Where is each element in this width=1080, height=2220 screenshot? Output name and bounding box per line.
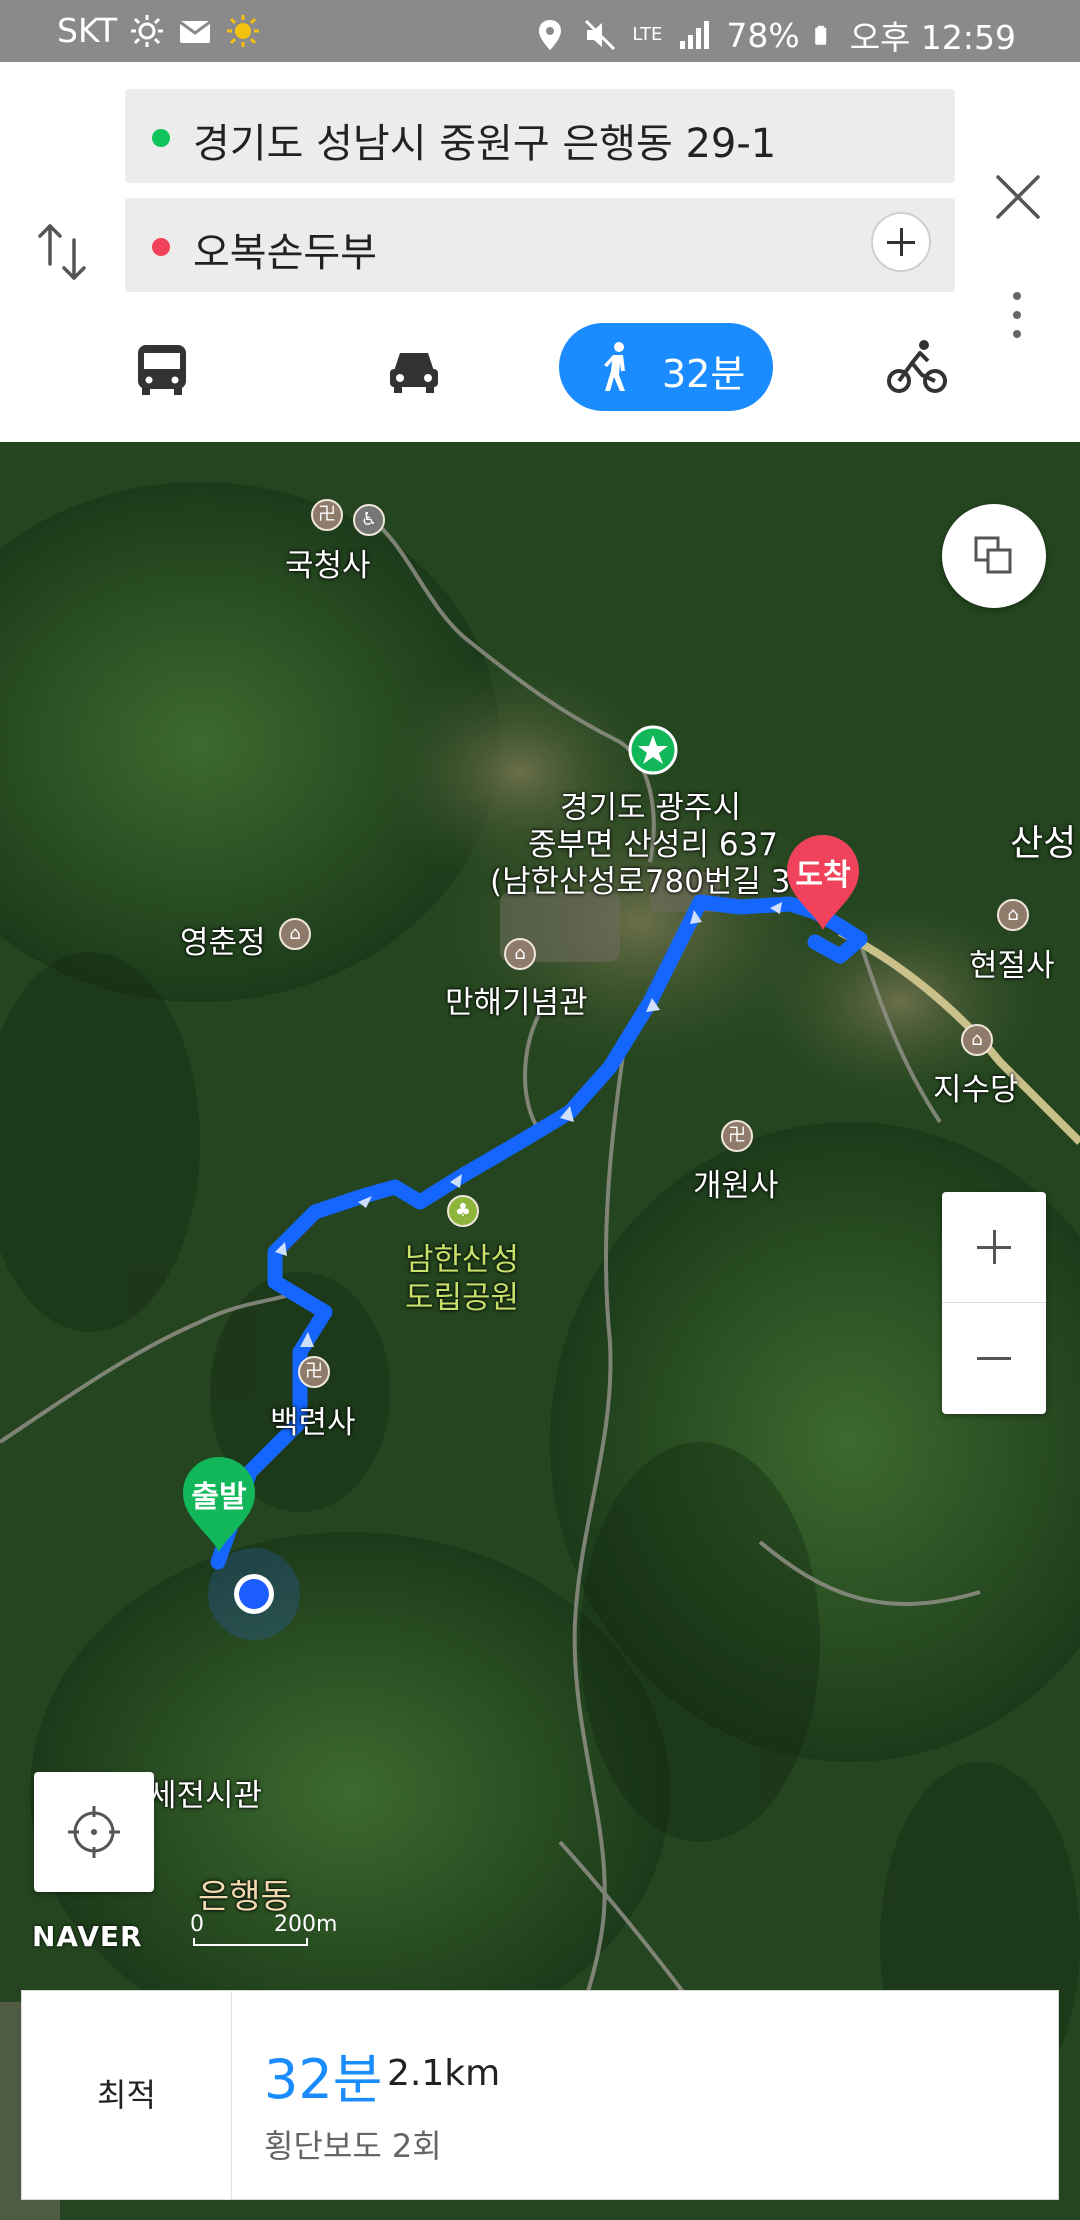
start-marker[interactable]: 출발 <box>180 1454 258 1554</box>
scale-bar <box>193 1938 308 1946</box>
map-label-manhae: 만해기념관 <box>445 985 588 1021</box>
goal-marker-label: 도착 <box>795 858 851 893</box>
walk-icon <box>604 342 625 391</box>
layers-icon <box>974 536 1012 574</box>
heritage-poi-icon-2[interactable]: ⌂ <box>961 1024 993 1056</box>
satellite-map <box>0 442 1080 2220</box>
heritage-poi-icon-1[interactable]: ⌂ <box>997 899 1029 931</box>
add-waypoint-button[interactable] <box>871 212 931 272</box>
museum-poi-icon[interactable]: ⌂ <box>504 938 536 970</box>
my-location-button[interactable] <box>34 1772 154 1892</box>
temple-poi-icon-3[interactable]: 卍 <box>298 1356 330 1388</box>
transport-modes: 32분 <box>0 317 1080 417</box>
optimal-tag: 최적 <box>22 1991 232 2199</box>
goal-field[interactable]: 오복손두부 <box>125 198 955 292</box>
map-label-jisudang: 지수당 <box>933 1072 1019 1108</box>
zoom-controls <box>942 1192 1046 1414</box>
walk-time-label: 32분 <box>662 352 746 396</box>
destination-star-icon[interactable] <box>628 725 678 775</box>
swap-route-icon[interactable] <box>36 220 88 284</box>
location-icon <box>539 20 562 50</box>
map-scale: 0 200m <box>190 1912 337 1952</box>
zoom-in-button[interactable] <box>942 1192 1046 1303</box>
map-label-gaewonsa: 개원사 <box>693 1168 779 1204</box>
scale-distance-label: 200m <box>274 1912 338 1937</box>
goal-label: 오복손두부 <box>193 230 377 276</box>
map-label-baekryeonsa: 백련사 <box>270 1405 356 1441</box>
carrier-label: SKT <box>57 11 118 50</box>
close-icon[interactable] <box>994 173 1042 221</box>
battery-label: 78% <box>726 15 800 55</box>
current-location-icon <box>208 1548 300 1640</box>
map-view[interactable]: 卍 ♿ 국청사 경기도 광주시 중부면 산성리 637 (남한산성로780번길 … <box>0 442 1080 2220</box>
map-label-jeonsigwan: 세전시관 <box>148 1778 263 1814</box>
status-bar: SKT LTE 78% 오후 12:59 <box>0 0 1080 62</box>
map-label-eunhaengdong: 은행동 <box>198 1877 292 1917</box>
map-label-sanseong: 산성 <box>1010 823 1077 864</box>
restroom-poi-icon[interactable]: ♿ <box>353 504 385 536</box>
clock-label: 오후 12:59 <box>849 18 1016 57</box>
park-poi-icon[interactable]: ♣ <box>447 1195 479 1227</box>
result-time: 32분 <box>264 2048 383 2111</box>
pavilion-poi-icon[interactable]: ⌂ <box>279 918 311 950</box>
map-label-hyeonjeolsa: 현절사 <box>969 948 1055 984</box>
mute-icon <box>585 19 616 51</box>
result-distance: 2.1km <box>387 2053 501 2094</box>
map-layer-button[interactable] <box>942 504 1046 608</box>
brightness-icon <box>131 14 164 47</box>
crosshair-icon <box>68 1806 120 1858</box>
goal-dot <box>152 238 170 256</box>
map-label-yeongchunjeong: 영춘정 <box>180 925 266 961</box>
zoom-out-button[interactable] <box>942 1303 1046 1413</box>
directions-header: 경기도 성남시 중원구 은행동 29-1 오복손두부 32분 <box>0 62 1080 442</box>
car-mode-icon[interactable] <box>386 323 442 411</box>
walk-mode-button[interactable]: 32분 <box>559 323 773 411</box>
signal-icon <box>680 21 710 49</box>
battery-icon <box>814 25 826 45</box>
start-label: 경기도 성남시 중원구 은행동 29-1 <box>193 121 777 167</box>
naver-logo: NAVER <box>32 1920 143 1953</box>
result-crosswalks: 횡단보도 2회 <box>264 2127 442 2165</box>
map-label-dest-line3: (남한산성로780번길 3 <box>490 864 791 900</box>
scale-zero-label: 0 <box>190 1912 204 1937</box>
start-field[interactable]: 경기도 성남시 중원구 은행동 29-1 <box>125 89 955 183</box>
map-label-gukcheongsa: 국청사 <box>285 548 371 584</box>
bicycle-mode-icon[interactable] <box>886 323 948 411</box>
goal-marker[interactable]: 도착 <box>784 832 862 932</box>
bus-mode-icon[interactable] <box>132 323 192 411</box>
route-result-card[interactable]: 최적 32분 2.1km 횡단보도 2회 <box>21 1990 1059 2200</box>
temple-poi-icon-2[interactable]: 卍 <box>721 1120 753 1152</box>
screen: SKT LTE 78% 오후 12:59 경기도 성남시 중원구 은행동 29-… <box>0 0 1080 2220</box>
network-label: LTE <box>632 24 663 45</box>
map-label-park-line2: 도립공원 <box>405 1280 520 1316</box>
sun-icon <box>227 14 260 47</box>
temple-poi-icon[interactable]: 卍 <box>311 499 343 531</box>
start-marker-label: 출발 <box>191 1480 247 1515</box>
mail-icon <box>179 20 212 43</box>
start-dot <box>152 129 170 147</box>
